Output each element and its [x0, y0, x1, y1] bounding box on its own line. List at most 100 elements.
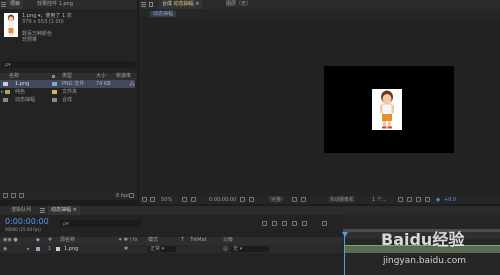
tab-comp-prefix: 合成	[162, 1, 173, 7]
views-count-select[interactable]: 1 个...	[372, 197, 387, 203]
current-time-indicator[interactable]	[344, 232, 345, 275]
mask-icon[interactable]	[191, 197, 196, 202]
layer-mode-value: 正常	[150, 246, 161, 252]
project-items-list: 1.png PNG 文件 74 KB ▸ 纯色 文件夹 动态抽幅 合成	[0, 80, 137, 110]
breadcrumb[interactable]: 动态抽幅	[150, 11, 177, 17]
draft-3d-icon[interactable]	[272, 221, 277, 226]
layer-switch-icon[interactable]: ✱	[124, 246, 128, 252]
new-composition-icon[interactable]	[19, 193, 24, 198]
grid-icon[interactable]	[182, 197, 187, 202]
motion-blur-icon[interactable]	[302, 221, 307, 226]
comp-breadcrumb-bar: 动态抽幅	[139, 9, 500, 18]
visibility-icon[interactable]: ◉	[3, 246, 7, 252]
tab-effect-controls[interactable]: 效果控件 1.png	[34, 0, 76, 9]
layer-parent-select[interactable]: 无 ▾	[231, 246, 269, 252]
resolution-select[interactable]: （完整）	[266, 197, 286, 203]
timeline-search-input[interactable]: ρ▾	[60, 220, 142, 227]
color-channel-icon[interactable]	[249, 197, 254, 202]
character-image	[7, 14, 15, 36]
comp-viewer-area[interactable]	[139, 18, 500, 192]
timeline-icon[interactable]	[416, 197, 421, 202]
timeline-controls: 0:00:00:00 00000 (25.00 fps) ρ▾	[0, 215, 343, 237]
expand-arrow-icon[interactable]: ▸	[1, 88, 4, 96]
preview-alpha-info: 非预乘	[22, 37, 38, 43]
lock-icon[interactable]	[149, 2, 153, 7]
project-search-input[interactable]: ρ▾	[2, 61, 135, 68]
folder-icon	[5, 90, 10, 94]
watermark-brand: Baidu经验	[381, 230, 465, 249]
watermark-url: jingyan.baidu.com	[383, 256, 467, 266]
col-frame-rate[interactable]: 帧速率	[116, 73, 131, 80]
tab-project[interactable]: 项目	[7, 0, 24, 9]
comp-mini-flowchart-icon[interactable]	[262, 221, 267, 226]
layer-name[interactable]: 1.png	[64, 246, 78, 252]
col-num: #	[48, 237, 53, 243]
frame-blending-icon[interactable]	[292, 221, 297, 226]
delete-icon[interactable]	[129, 193, 134, 198]
project-item-1png[interactable]: 1.png PNG 文件 74 KB	[0, 80, 135, 88]
toggle-pixel-icon[interactable]	[398, 197, 403, 202]
preview-dimensions: 379 x 553 (1.00)	[22, 19, 64, 25]
label-swatch	[52, 82, 57, 86]
tab-close-icon[interactable]: ×	[195, 1, 199, 7]
search-icon: ρ▾	[63, 221, 69, 227]
layer-file-icon	[56, 247, 60, 251]
frame-info: 00000 (25.00 fps)	[5, 227, 41, 232]
flowchart-icon[interactable]	[425, 197, 430, 202]
col-switches-icon: ⁕ ✱ \ fx	[118, 237, 138, 243]
character-layer[interactable]	[372, 89, 402, 130]
project-item-folder[interactable]: ▸ 纯色 文件夹	[0, 88, 135, 96]
layer-expand-icon[interactable]: ▸	[27, 246, 30, 252]
comp-canvas[interactable]	[324, 66, 454, 153]
view-select[interactable]: 活动摄像机	[329, 197, 354, 203]
character-image	[380, 90, 394, 129]
col-trkmat: TrkMat	[190, 237, 207, 243]
fast-preview-icon[interactable]	[407, 197, 412, 202]
footage-thumbnail	[4, 13, 18, 37]
layer-row[interactable]: ◉ ▸ 1 1.png ✱ 正常 ▾ @ 无 ▾	[0, 245, 343, 253]
exposure-icon[interactable]: ◉	[436, 197, 440, 203]
project-tabbar: 项目 效果控件 1.png	[0, 0, 137, 9]
current-time[interactable]: 0:00:00:00	[209, 197, 236, 203]
timeline-column-header: ◉◉ ● ◆ # 源名称 ⁕ ✱ \ fx 模式 T TrkMat 父级	[0, 237, 343, 245]
layer-label-swatch[interactable]	[36, 247, 40, 251]
layer-mode-select[interactable]: 正常 ▾	[148, 246, 176, 252]
tab-render-queue[interactable]: 渲染队列	[8, 206, 34, 215]
col-mode: 模式	[148, 237, 159, 243]
pick-whip-icon[interactable]: @	[223, 246, 228, 252]
label-swatch	[52, 90, 57, 94]
tab-timeline-comp[interactable]: 动态抽幅 ×	[48, 206, 80, 215]
transparency-grid-icon[interactable]	[301, 197, 306, 202]
panel-menu-icon[interactable]	[141, 2, 146, 7]
camera-icon[interactable]	[240, 197, 245, 202]
panel-menu-icon[interactable]	[40, 208, 45, 213]
tab-comp-name: 动态抽幅	[51, 207, 72, 213]
col-source-name[interactable]: 源名称	[60, 236, 75, 245]
playhead-handle-icon[interactable]	[342, 232, 348, 237]
exposure-value[interactable]: +0.0	[444, 197, 456, 203]
tab-layer[interactable]: 图层（无）	[223, 0, 254, 9]
shy-layers-icon[interactable]	[282, 221, 287, 226]
flowchart-icon[interactable]: ⁂	[129, 81, 135, 88]
region-of-interest-icon[interactable]	[292, 197, 297, 202]
interpret-footage-icon[interactable]	[3, 193, 8, 198]
graph-editor-icon[interactable]	[322, 221, 327, 226]
panel-menu-icon[interactable]	[1, 2, 6, 7]
new-folder-icon[interactable]	[11, 193, 16, 198]
project-item-comp[interactable]: 动态抽幅 合成	[0, 96, 135, 104]
file-icon	[3, 82, 8, 86]
snapshot-icon[interactable]	[150, 197, 155, 202]
col-type[interactable]: 类型	[62, 73, 72, 80]
always-preview-icon[interactable]	[142, 197, 147, 202]
timeline-current-time[interactable]: 0:00:00:00	[5, 217, 49, 226]
tab-composition[interactable]: 合成 动态抽幅 ×	[159, 0, 203, 9]
zoom-select[interactable]: 50%	[161, 197, 172, 203]
project-panel: 项目 效果控件 1.png 1.png ▾，使用了 1 次 379 x 553 …	[0, 0, 137, 200]
composition-icon	[3, 98, 8, 102]
item-type: 文件夹	[62, 89, 78, 95]
tab-close-icon[interactable]: ×	[73, 207, 77, 213]
col-size[interactable]: 大小	[96, 73, 106, 80]
bit-depth[interactable]: 8 bpc	[116, 193, 130, 199]
col-name[interactable]: 名称	[9, 73, 19, 80]
item-type: PNG 文件	[62, 81, 85, 87]
